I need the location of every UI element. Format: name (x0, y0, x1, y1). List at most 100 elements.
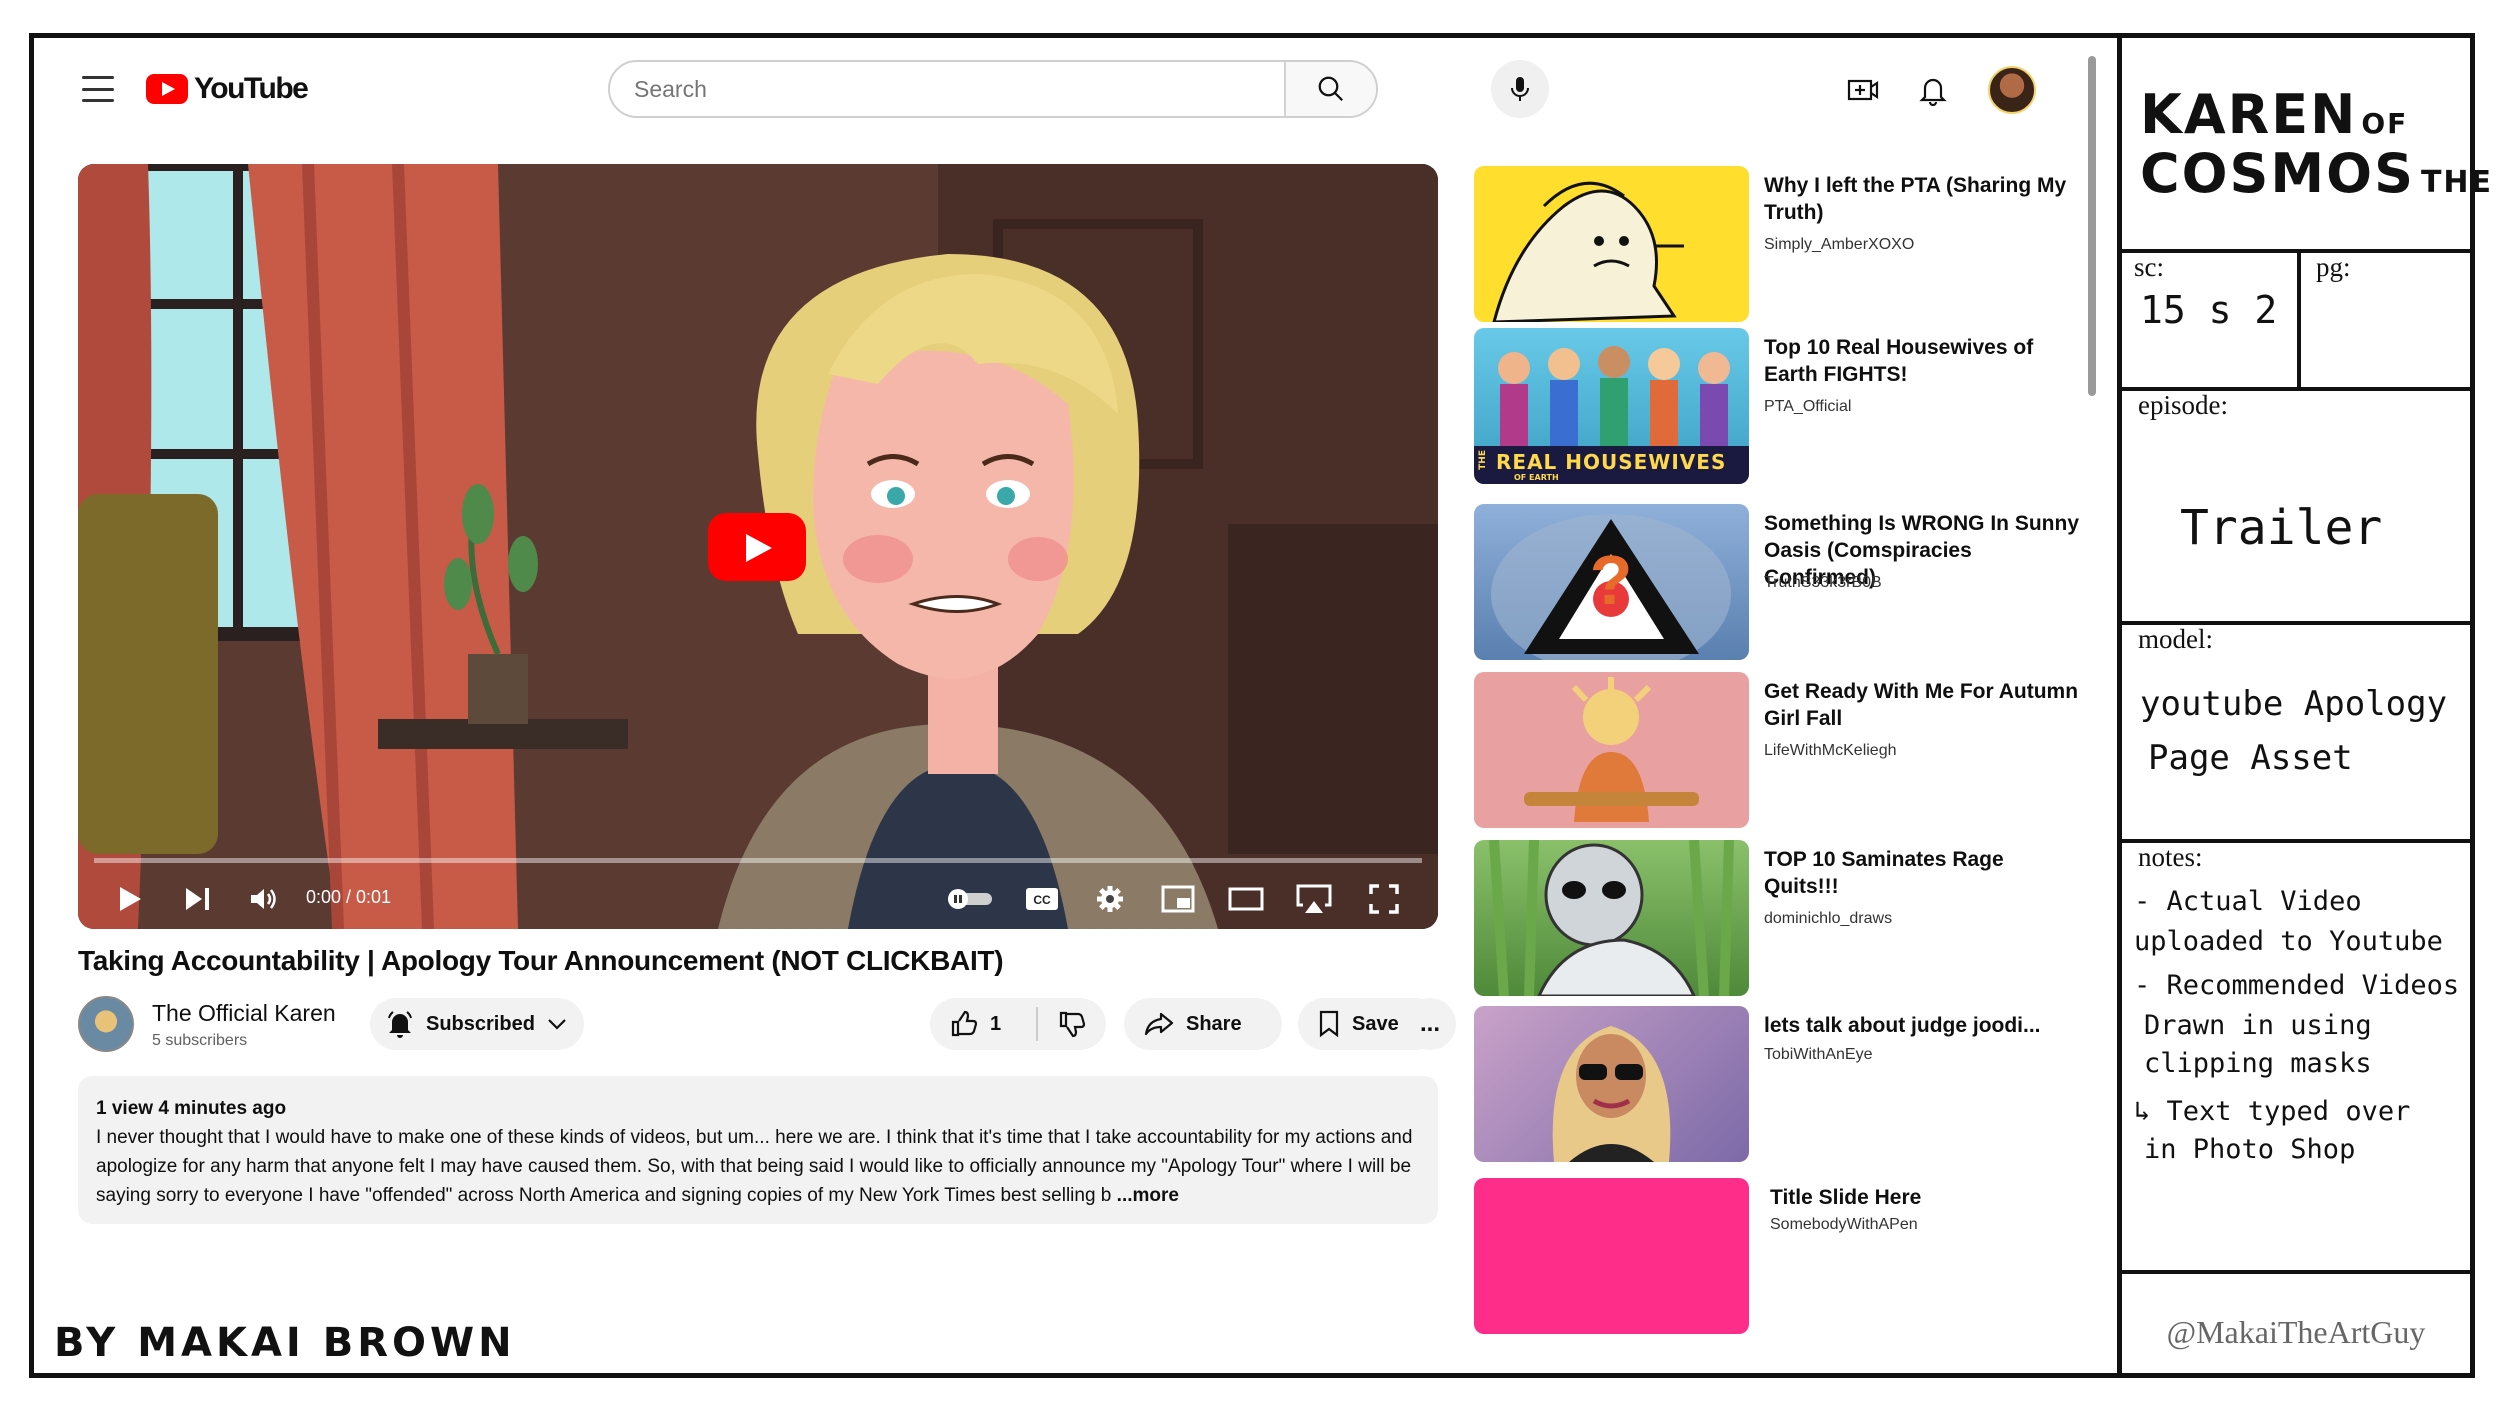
chevron-down-icon (548, 1019, 566, 1030)
save-label: Save (1352, 1012, 1399, 1035)
notes-label: notes: (2138, 842, 2203, 872)
share-button[interactable]: Share (1124, 998, 1282, 1050)
recommended-video[interactable]: Get Ready With Me For Autumn Girl Fall L… (1474, 672, 2078, 828)
theater-mode-button[interactable] (1220, 877, 1272, 921)
recommended-channel[interactable]: TruthS33k3rB0B (1764, 574, 1882, 592)
settings-button[interactable] (1084, 877, 1136, 921)
like-button[interactable]: 1 (930, 1007, 1038, 1041)
thumbnail-art (1524, 677, 1699, 822)
recommended-title[interactable]: Title Slide Here (1770, 1184, 2090, 1211)
like-count: 1 (990, 1012, 1002, 1035)
episode-value: Trailer (2180, 500, 2383, 556)
like-dislike-group: 1 (930, 998, 1106, 1050)
fullscreen-icon (1369, 884, 1399, 914)
more-actions-label: ... (1419, 1010, 1440, 1037)
search-bar (608, 60, 1378, 118)
notes-line: - Recommended Videos (2134, 970, 2460, 1001)
logo-text: YouTube (194, 72, 309, 105)
share-label: Share (1186, 1012, 1242, 1035)
recommended-channel[interactable]: dominichlo_draws (1764, 910, 1892, 928)
recommended-thumbnail[interactable] (1474, 672, 1749, 828)
miniplayer-button[interactable] (1152, 877, 1204, 921)
channel-avatar[interactable] (78, 996, 134, 1052)
channel-name[interactable]: The Official Karen (152, 1000, 336, 1027)
recommended-title[interactable]: Top 10 Real Housewives of Earth FIGHTS! (1764, 334, 2084, 388)
mic-icon (1511, 77, 1529, 101)
youtube-logo[interactable]: YouTube (146, 72, 309, 106)
recommended-title[interactable]: Why I left the PTA (Sharing My Truth) (1764, 172, 2084, 226)
recommended-channel[interactable]: LifeWithMcKeliegh (1764, 742, 1897, 760)
captions-button[interactable]: CC (1016, 877, 1068, 921)
logo-the: THE (2420, 165, 2494, 200)
dislike-button[interactable] (1038, 1010, 1106, 1038)
recommended-channel[interactable]: Simply_AmberXOXO (1764, 236, 1914, 254)
description-meta: 1 view 4 minutes ago (96, 1098, 287, 1119)
recommended-title[interactable]: TOP 10 Saminates Rage Quits!!! (1764, 846, 2084, 900)
scene-label: sc: (2134, 252, 2164, 282)
svg-text:CC: CC (1033, 893, 1051, 907)
svg-text:?: ? (1590, 541, 1633, 619)
video-player[interactable]: 0:00 / 0:01 CC (78, 164, 1438, 929)
recommended-title[interactable]: Get Ready With Me For Autumn Girl Fall (1764, 678, 2084, 732)
recommended-video[interactable]: TOP 10 Saminates Rage Quits!!! dominichl… (1474, 840, 2074, 996)
play-icon (120, 887, 141, 911)
airplay-button[interactable] (1288, 877, 1340, 921)
search-input[interactable] (610, 62, 1290, 116)
recommended-video[interactable]: lets talk about judge joodi... TobiWithA… (1474, 1006, 2074, 1162)
next-icon (186, 888, 209, 910)
panel-rule (2297, 249, 2301, 389)
logo-cosmos: COSMOS (2140, 142, 2415, 205)
autoplay-toggle[interactable] (944, 877, 996, 921)
volume-button[interactable] (242, 877, 286, 921)
play-button[interactable] (108, 877, 152, 921)
model-label: model: (2138, 624, 2213, 654)
create-button[interactable] (1843, 70, 1883, 110)
recommended-video[interactable]: THE REAL HOUSEWIVES OF EARTH Top 10 Real… (1474, 328, 2074, 484)
storyboard-info-panel: KAREN OF COSMOS THE sc: 15 s 2 pg: episo… (2122, 38, 2491, 1373)
scrollbar-thumb[interactable] (2088, 56, 2096, 396)
recommended-video[interactable]: ? Something Is WRONG In Sunny Oasis (Com… (1474, 504, 2079, 660)
play-overlay-button[interactable] (708, 513, 806, 581)
thumbnail-text: REAL HOUSEWIVES (1496, 450, 1727, 474)
menu-icon[interactable] (82, 76, 114, 102)
share-icon (1144, 1012, 1174, 1036)
recommended-thumbnail[interactable] (1474, 1006, 1749, 1162)
bell-ring-icon (388, 1011, 412, 1038)
model-line-1: youtube Apology (2140, 684, 2448, 724)
recommended-thumbnail[interactable] (1474, 1178, 1749, 1334)
recommended-channel[interactable]: TobiWithAnEye (1764, 1046, 1873, 1064)
create-video-icon (1847, 79, 1879, 101)
description-text: I never thought that I would have to mak… (96, 1127, 1413, 1206)
subscribed-button[interactable]: Subscribed (370, 998, 584, 1050)
recommended-thumbnail[interactable]: THE REAL HOUSEWIVES OF EARTH (1474, 328, 1749, 484)
fullscreen-button[interactable] (1358, 877, 1410, 921)
recommended-title[interactable]: lets talk about judge joodi... (1764, 1012, 2084, 1039)
description-more-link[interactable]: ...more (1117, 1185, 1179, 1206)
artist-handle: @MakaiTheArtGuy (2166, 1314, 2426, 1350)
recommended-channel[interactable]: SomebodyWithAPen (1770, 1216, 1918, 1234)
notifications-button[interactable] (1913, 70, 1953, 110)
recommended-thumbnail[interactable] (1474, 840, 1749, 996)
search-button[interactable] (1284, 62, 1376, 116)
subscriber-count: 5 subscribers (152, 1032, 248, 1049)
panel-rule (2122, 1270, 2470, 1274)
more-actions-button[interactable]: ... (1404, 998, 1456, 1050)
miniplayer-icon (1161, 885, 1195, 913)
search-icon (1318, 76, 1344, 102)
model-line-2: Page Asset (2148, 738, 2353, 778)
autoplay-toggle-icon (948, 889, 992, 909)
description-box[interactable]: 1 view 4 minutes ago I never thought tha… (78, 1076, 1438, 1224)
bookmark-icon (1319, 1010, 1339, 1038)
scene-value: 15 s 2 (2140, 288, 2278, 332)
subscribed-label: Subscribed (426, 1012, 535, 1035)
recommended-thumbnail[interactable] (1474, 166, 1749, 322)
next-button[interactable] (176, 877, 220, 921)
recommended-video[interactable]: Why I left the PTA (Sharing My Truth) Si… (1474, 166, 2074, 322)
user-avatar[interactable] (1988, 66, 2036, 114)
thumbs-down-icon (1059, 1011, 1086, 1038)
recommended-thumbnail[interactable]: ? (1474, 504, 1749, 660)
voice-search-button[interactable] (1491, 60, 1549, 118)
video-progress-bar[interactable] (94, 858, 1422, 863)
recommended-channel[interactable]: PTA_Official (1764, 398, 1851, 416)
recommended-video[interactable]: Title Slide Here SomebodyWithAPen (1474, 1178, 2074, 1334)
